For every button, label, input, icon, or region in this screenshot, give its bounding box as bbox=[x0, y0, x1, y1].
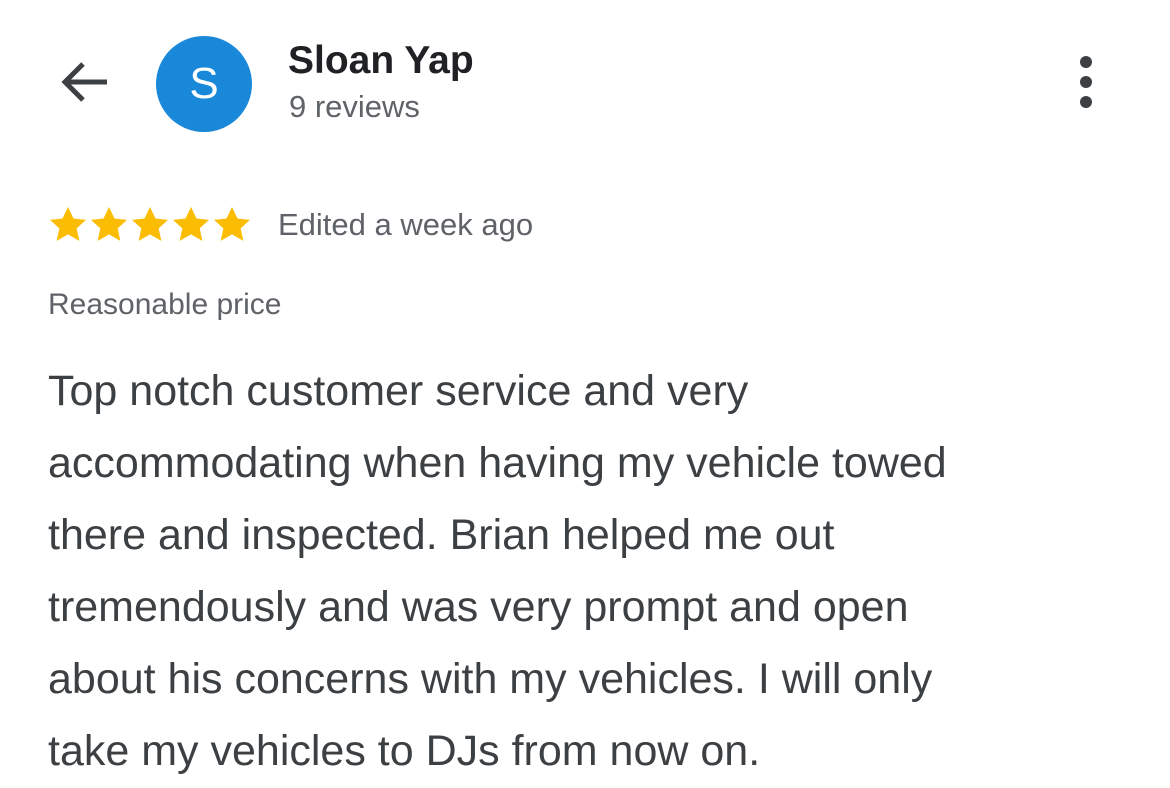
star-icon bbox=[132, 207, 168, 241]
avatar[interactable]: S bbox=[156, 36, 252, 132]
review-text-line: there and inspected. Brian helped me out bbox=[48, 511, 835, 559]
star-icon bbox=[50, 207, 86, 241]
star-icon bbox=[214, 207, 250, 241]
review-text: Top notch customer service and very accom… bbox=[48, 355, 1138, 787]
review-text-line: accommodating when having my vehicle tow… bbox=[48, 439, 947, 487]
avatar-letter: S bbox=[189, 59, 219, 108]
more-vertical-icon bbox=[1078, 54, 1094, 115]
reviewer-name[interactable]: Sloan Yap bbox=[288, 38, 474, 84]
review-count: 9 reviews bbox=[289, 89, 420, 124]
star-rating bbox=[48, 205, 253, 245]
review-text-line: take my vehicles to DJs from now on. bbox=[48, 727, 761, 775]
review-text-line: tremendously and was very prompt and ope… bbox=[48, 583, 909, 631]
star-icon bbox=[173, 207, 209, 241]
review-text-line: Top notch customer service and very bbox=[48, 367, 749, 415]
back-button[interactable] bbox=[52, 52, 116, 116]
review-tag: Reasonable price bbox=[48, 288, 282, 321]
star-icon bbox=[91, 207, 127, 241]
more-options-button[interactable] bbox=[1056, 52, 1116, 116]
rating-row: Edited a week ago bbox=[48, 202, 533, 248]
arrow-back-icon bbox=[57, 58, 111, 111]
review-text-line: about his concerns with my vehicles. I w… bbox=[48, 655, 933, 703]
edited-label: Edited a week ago bbox=[278, 207, 534, 242]
